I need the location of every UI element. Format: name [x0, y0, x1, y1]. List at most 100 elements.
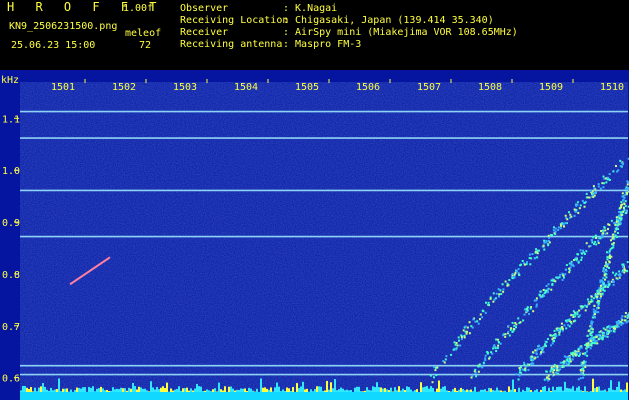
baseline-spike — [596, 386, 598, 392]
echo-dot — [514, 322, 517, 325]
echo-dot — [565, 268, 568, 271]
baseline-spike — [602, 390, 604, 392]
baseline-spike — [284, 391, 286, 392]
echo-dot — [470, 325, 473, 328]
baseline-spike — [210, 391, 212, 392]
baseline-spike — [348, 390, 350, 392]
baseline-spike — [28, 389, 30, 392]
echo-dot — [602, 280, 605, 283]
echo-dot — [594, 191, 597, 194]
echo-dot — [468, 332, 471, 335]
baseline-spike — [480, 389, 482, 392]
baseline-spike — [486, 391, 488, 392]
echo-dot — [519, 264, 522, 267]
baseline-spike — [626, 382, 628, 392]
echo-dot — [616, 170, 619, 173]
baseline-spike — [350, 390, 352, 392]
echo-dot — [584, 360, 587, 363]
echo-dot — [536, 348, 539, 351]
baseline-spike — [366, 387, 368, 392]
echo-dot — [590, 323, 593, 326]
echo-dot — [613, 326, 616, 329]
baseline-spike — [446, 390, 448, 392]
echo-dot — [597, 300, 600, 303]
echo-dot — [603, 273, 606, 276]
echo-dot — [511, 272, 514, 275]
echo-dot — [578, 207, 581, 210]
echo-dot — [518, 274, 521, 277]
echo-dot — [550, 233, 553, 236]
echo-dot — [592, 195, 595, 198]
echo-dot — [488, 357, 491, 360]
baseline-spike — [66, 388, 68, 392]
echo-dot — [623, 319, 626, 322]
echo-dot — [594, 240, 597, 243]
baseline-spike — [342, 388, 344, 392]
echo-dot — [517, 378, 520, 381]
echo-dot — [589, 340, 592, 343]
echo-dot — [599, 292, 602, 295]
baseline-spike — [568, 388, 570, 392]
baseline-spike — [76, 387, 78, 392]
echo-dot — [596, 307, 599, 310]
echo-dot — [610, 219, 613, 222]
echo-dot — [545, 285, 548, 288]
echo-dot — [593, 304, 596, 307]
echo-dot — [592, 185, 595, 188]
echo-dot — [577, 315, 580, 318]
baseline-spike — [472, 391, 474, 392]
baseline-spike — [512, 379, 514, 392]
echo-dot — [622, 198, 625, 201]
baseline-spike — [230, 386, 232, 392]
echo-dot — [594, 311, 597, 314]
echo-dot — [626, 270, 629, 273]
echo-dot — [543, 248, 546, 251]
echo-dot — [535, 303, 538, 306]
baseline-spike — [324, 390, 326, 392]
echo-dot — [561, 278, 564, 281]
echo-dot — [621, 269, 624, 272]
echo-dot — [570, 352, 573, 355]
baseline-spike — [304, 389, 306, 392]
echo-dot — [555, 334, 558, 337]
echo-dot — [502, 288, 505, 291]
receiver-value: : AirSpy mini (Miakejima VOR 108.65MHz) — [283, 27, 518, 38]
echo-dot — [598, 287, 601, 290]
baseline-spike — [382, 388, 384, 392]
echo-dot — [599, 289, 602, 292]
echo-dot — [457, 336, 460, 339]
baseline-spike — [432, 387, 434, 392]
echo-dot — [579, 352, 582, 355]
echo-dot — [487, 303, 490, 306]
echo-dot — [455, 342, 458, 345]
receiver-label: Receiver — [180, 27, 229, 38]
echo-dot — [603, 278, 606, 281]
echo-dot — [479, 313, 482, 316]
echo-dot — [564, 273, 567, 276]
echo-dot — [590, 190, 593, 193]
baseline-spike — [310, 389, 312, 392]
echo-dot — [561, 329, 564, 332]
baseline-spike — [504, 390, 506, 392]
baseline-spike — [316, 386, 318, 392]
baseline-spike — [54, 389, 56, 392]
echo-dot — [619, 274, 622, 277]
baseline-spike — [610, 380, 612, 392]
baseline-spike — [554, 390, 556, 392]
echo-dot — [608, 173, 611, 176]
baseline-spike — [34, 387, 36, 392]
echo-dot — [606, 258, 609, 261]
echo-dot — [604, 232, 607, 235]
echo-dot — [557, 372, 560, 375]
baseline-spike — [394, 387, 396, 392]
baseline-spike — [200, 386, 202, 392]
echo-dot — [585, 242, 588, 245]
echo-dot — [552, 371, 555, 374]
echo-dot — [524, 367, 527, 370]
echo-dot — [574, 319, 577, 322]
echo-dot — [443, 361, 446, 364]
echo-dot — [601, 236, 604, 239]
baseline-spike — [496, 387, 498, 392]
echo-dot — [531, 253, 534, 256]
baseline-spike — [384, 388, 386, 392]
